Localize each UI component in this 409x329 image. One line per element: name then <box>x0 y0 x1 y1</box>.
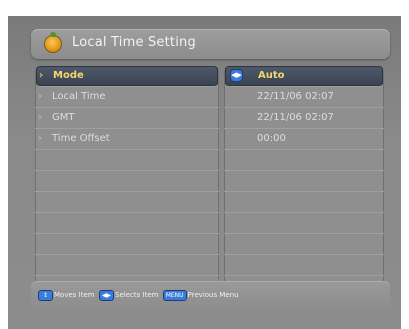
settings-label-panel: › Mode › Local Time › GMT › Time Offset <box>35 66 219 288</box>
empty-row <box>35 192 219 213</box>
title-bar: Local Time Setting <box>31 29 390 59</box>
chevron-right-icon: › <box>38 112 42 123</box>
setting-row-time-offset[interactable]: › Time Offset <box>35 129 219 150</box>
help-select: Selects Item <box>115 291 159 299</box>
chevron-right-icon: › <box>38 133 42 144</box>
empty-row <box>35 234 219 255</box>
setting-row-local-time[interactable]: › Local Time <box>35 87 219 108</box>
empty-row <box>35 255 219 276</box>
empty-row <box>224 234 384 255</box>
help-bar: ↕ Moves Item ◀▶ Selects Item MENU Previous … <box>31 281 390 309</box>
empty-row <box>35 150 219 171</box>
help-text: ↕ Moves Item ◀▶ Selects Item MENU Previous … <box>39 289 242 301</box>
tv-screen: Local Time Setting › Mode › Local Time ›… <box>8 16 401 329</box>
empty-row <box>224 192 384 213</box>
setting-row-gmt[interactable]: › GMT <box>35 108 219 129</box>
menu-key-icon: MENU <box>163 290 186 300</box>
setting-value-mode[interactable]: ◀▶ Auto <box>225 66 383 87</box>
empty-row <box>224 213 384 234</box>
apple-icon <box>45 32 61 52</box>
setting-label: Time Offset <box>52 133 110 144</box>
setting-value: 22/11/06 02:07 <box>257 112 334 123</box>
settings-value-panel: ◀▶ Auto 22/11/06 02:07 22/11/06 02:07 00… <box>224 66 384 288</box>
empty-row <box>224 171 384 192</box>
page-title: Local Time Setting <box>72 35 196 50</box>
help-move: Moves Item <box>54 291 95 299</box>
help-menu: Previous Menu <box>187 291 239 299</box>
setting-value: Auto <box>258 70 285 81</box>
setting-row-mode[interactable]: › Mode <box>36 66 218 87</box>
setting-value-local-time: 22/11/06 02:07 <box>224 87 384 108</box>
setting-value: 00:00 <box>257 133 286 144</box>
chevron-right-icon: › <box>39 70 44 81</box>
chevron-right-icon: › <box>38 91 42 102</box>
up-down-key-icon: ↕ <box>39 290 52 300</box>
left-right-key-icon: ◀▶ <box>99 290 114 300</box>
setting-value: 22/11/06 02:07 <box>257 91 334 102</box>
empty-row <box>35 171 219 192</box>
setting-label: Mode <box>53 70 84 81</box>
empty-row <box>224 255 384 276</box>
setting-value-time-offset[interactable]: 00:00 <box>224 129 384 150</box>
empty-row <box>224 150 384 171</box>
setting-label: GMT <box>52 112 75 123</box>
left-right-arrows-icon: ◀▶ <box>231 70 242 81</box>
setting-label: Local Time <box>52 91 106 102</box>
setting-value-gmt: 22/11/06 02:07 <box>224 108 384 129</box>
empty-row <box>35 213 219 234</box>
